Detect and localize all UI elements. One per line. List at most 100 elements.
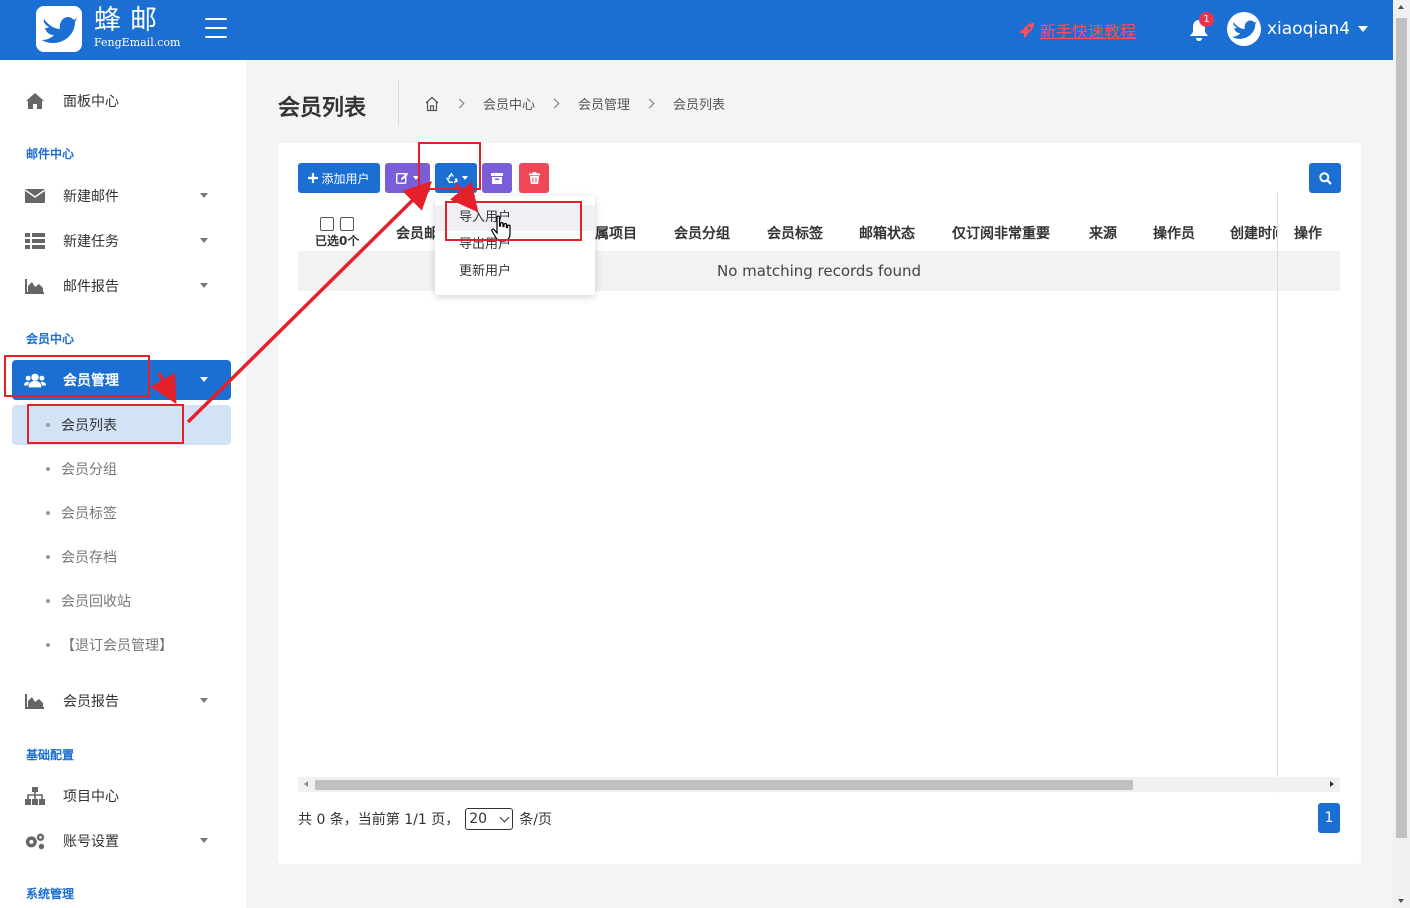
envelope-icon	[24, 186, 46, 206]
sidebar-item-mail-report[interactable]: 邮件报告	[12, 266, 231, 306]
breadcrumb-item: 会员列表	[673, 98, 726, 113]
menu-item-export[interactable]: 导出用户	[435, 232, 595, 258]
column-header: 操作	[1294, 226, 1322, 242]
section-title-system: 系统管理	[26, 887, 75, 901]
import-export-dropdown-button[interactable]	[435, 163, 477, 193]
sidebar-item-member-manage[interactable]: 会员管理	[12, 360, 231, 400]
chevron-down-icon	[499, 812, 510, 822]
scroll-left-icon[interactable]	[304, 781, 308, 787]
area-chart-icon	[24, 691, 46, 711]
column-header[interactable]: 会员标签	[767, 223, 823, 243]
sidebar-item-label: 账号设置	[63, 834, 119, 850]
sidebar-item-label: 新建任务	[63, 234, 119, 250]
import-export-menu: 导入用户 导出用户 更新用户	[435, 196, 595, 295]
page-scrollbar[interactable]	[1393, 0, 1410, 908]
column-header[interactable]: 操作员	[1153, 223, 1195, 243]
brand-name-cn: 蜂邮	[94, 5, 166, 36]
chevron-down-icon	[200, 838, 208, 843]
column-header[interactable]: 邮箱状态	[859, 223, 915, 243]
bullet-icon	[46, 511, 50, 515]
column-header[interactable]: 会员分组	[674, 223, 730, 243]
select-page-checkbox[interactable]	[340, 217, 355, 231]
menu-toggle-icon[interactable]	[205, 18, 227, 38]
column-header[interactable]: 会员邮	[396, 223, 438, 243]
brand-name: 蜂邮 FengEmail.com	[94, 5, 180, 50]
trash-icon	[528, 172, 540, 184]
sidebar-item-label: 新建邮件	[63, 189, 119, 205]
sidebar-item-label: 会员分组	[61, 462, 117, 478]
edit-dropdown-button[interactable]	[385, 163, 430, 193]
page-size-select[interactable]: 20	[465, 808, 514, 830]
section-title-mail: 邮件中心	[26, 147, 75, 161]
sidebar-item-project-center[interactable]: 项目中心	[12, 776, 231, 816]
sidebar-subitem-member-list[interactable]: 会员列表	[12, 405, 231, 445]
column-header[interactable]: 属项目	[595, 223, 637, 243]
sidebar: 面板中心 邮件中心 新建邮件 新建任务 邮件报告 会员中心 会员管理 会员列表	[0, 60, 246, 908]
sidebar-item-label: 项目中心	[63, 789, 119, 805]
home-icon	[24, 91, 46, 111]
chevron-down-icon	[200, 238, 208, 243]
scroll-down-icon[interactable]	[1398, 899, 1404, 903]
scroll-up-icon[interactable]	[1398, 5, 1404, 9]
scroll-right-icon[interactable]	[1330, 781, 1334, 787]
tutorial-label: 新手快速教程	[1040, 22, 1137, 41]
list-icon	[24, 231, 46, 251]
page-size-value: 20	[469, 811, 488, 827]
column-header[interactable]: 来源	[1089, 223, 1117, 243]
bullet-icon	[46, 467, 50, 471]
page-button[interactable]: 1	[1318, 803, 1340, 833]
chevron-right-icon	[644, 98, 655, 109]
home-icon[interactable]	[424, 96, 440, 112]
rocket-icon	[1019, 23, 1034, 38]
sidebar-item-label: 面板中心	[63, 94, 119, 110]
scrollbar-thumb[interactable]	[315, 780, 1133, 790]
sidebar-item-account-settings[interactable]: 账号设置	[12, 821, 231, 861]
sidebar-subitem-member-tag[interactable]: 会员标签	[12, 493, 231, 533]
table-scrollbar[interactable]	[298, 777, 1340, 792]
add-user-label: 添加用户	[321, 171, 370, 186]
section-title-config: 基础配置	[26, 748, 75, 762]
bullet-icon	[46, 599, 50, 603]
sidebar-item-label: 会员回收站	[61, 594, 131, 610]
sidebar-subitem-member-recycle[interactable]: 会员回收站	[12, 581, 231, 621]
sidebar-item-member-report[interactable]: 会员报告	[12, 681, 231, 721]
chevron-down-icon	[200, 698, 208, 703]
user-menu[interactable]: xiaoqian4	[1227, 12, 1369, 46]
bird-logo-icon[interactable]	[36, 6, 82, 52]
bullet-icon	[46, 423, 50, 427]
caret-down-icon	[461, 176, 468, 180]
breadcrumb-item[interactable]: 会员中心	[483, 94, 535, 113]
page-title: 会员列表	[278, 96, 367, 121]
archive-button[interactable]	[482, 163, 512, 193]
column-header[interactable]: 创建时间	[1230, 223, 1278, 243]
users-icon	[24, 370, 46, 390]
pagination-info: 共 0 条，当前第 1/1 页， 20 条/页	[298, 808, 552, 830]
add-user-button[interactable]: 添加用户	[298, 163, 380, 193]
plus-icon	[308, 173, 319, 183]
sidebar-item-label: 会员列表	[61, 418, 117, 434]
sidebar-subitem-unsubscribe[interactable]: 【退订会员管理】	[12, 625, 231, 665]
search-button[interactable]	[1309, 163, 1341, 193]
sidebar-subitem-member-group[interactable]: 会员分组	[12, 449, 231, 489]
sidebar-item-dashboard[interactable]: 面板中心	[12, 81, 231, 121]
tutorial-link[interactable]: 新手快速教程	[1018, 18, 1136, 42]
sidebar-item-new-mail[interactable]: 新建邮件	[12, 176, 231, 216]
breadcrumb-item[interactable]: 会员管理	[578, 94, 630, 113]
sitemap-icon	[24, 786, 46, 806]
sidebar-item-new-task[interactable]: 新建任务	[12, 221, 231, 261]
caret-down-icon	[413, 176, 419, 180]
sidebar-item-label: 会员存档	[61, 550, 117, 566]
chevron-right-icon	[454, 98, 465, 109]
chevron-down-icon	[200, 193, 208, 198]
sidebar-subitem-member-archive[interactable]: 会员存档	[12, 537, 231, 577]
delete-button[interactable]	[519, 163, 549, 193]
column-header[interactable]: 仅订阅非常重要	[952, 223, 1050, 243]
menu-item-update[interactable]: 更新用户	[435, 259, 595, 285]
scrollbar-thumb[interactable]	[1396, 18, 1407, 838]
sidebar-item-label: 邮件报告	[63, 279, 119, 295]
select-all-checkbox[interactable]	[320, 217, 335, 231]
breadcrumb: 会员中心 会员管理 会员列表	[424, 94, 725, 113]
recycle-icon	[445, 172, 458, 183]
menu-item-import[interactable]: 导入用户	[435, 205, 595, 231]
edit-icon	[396, 172, 409, 184]
